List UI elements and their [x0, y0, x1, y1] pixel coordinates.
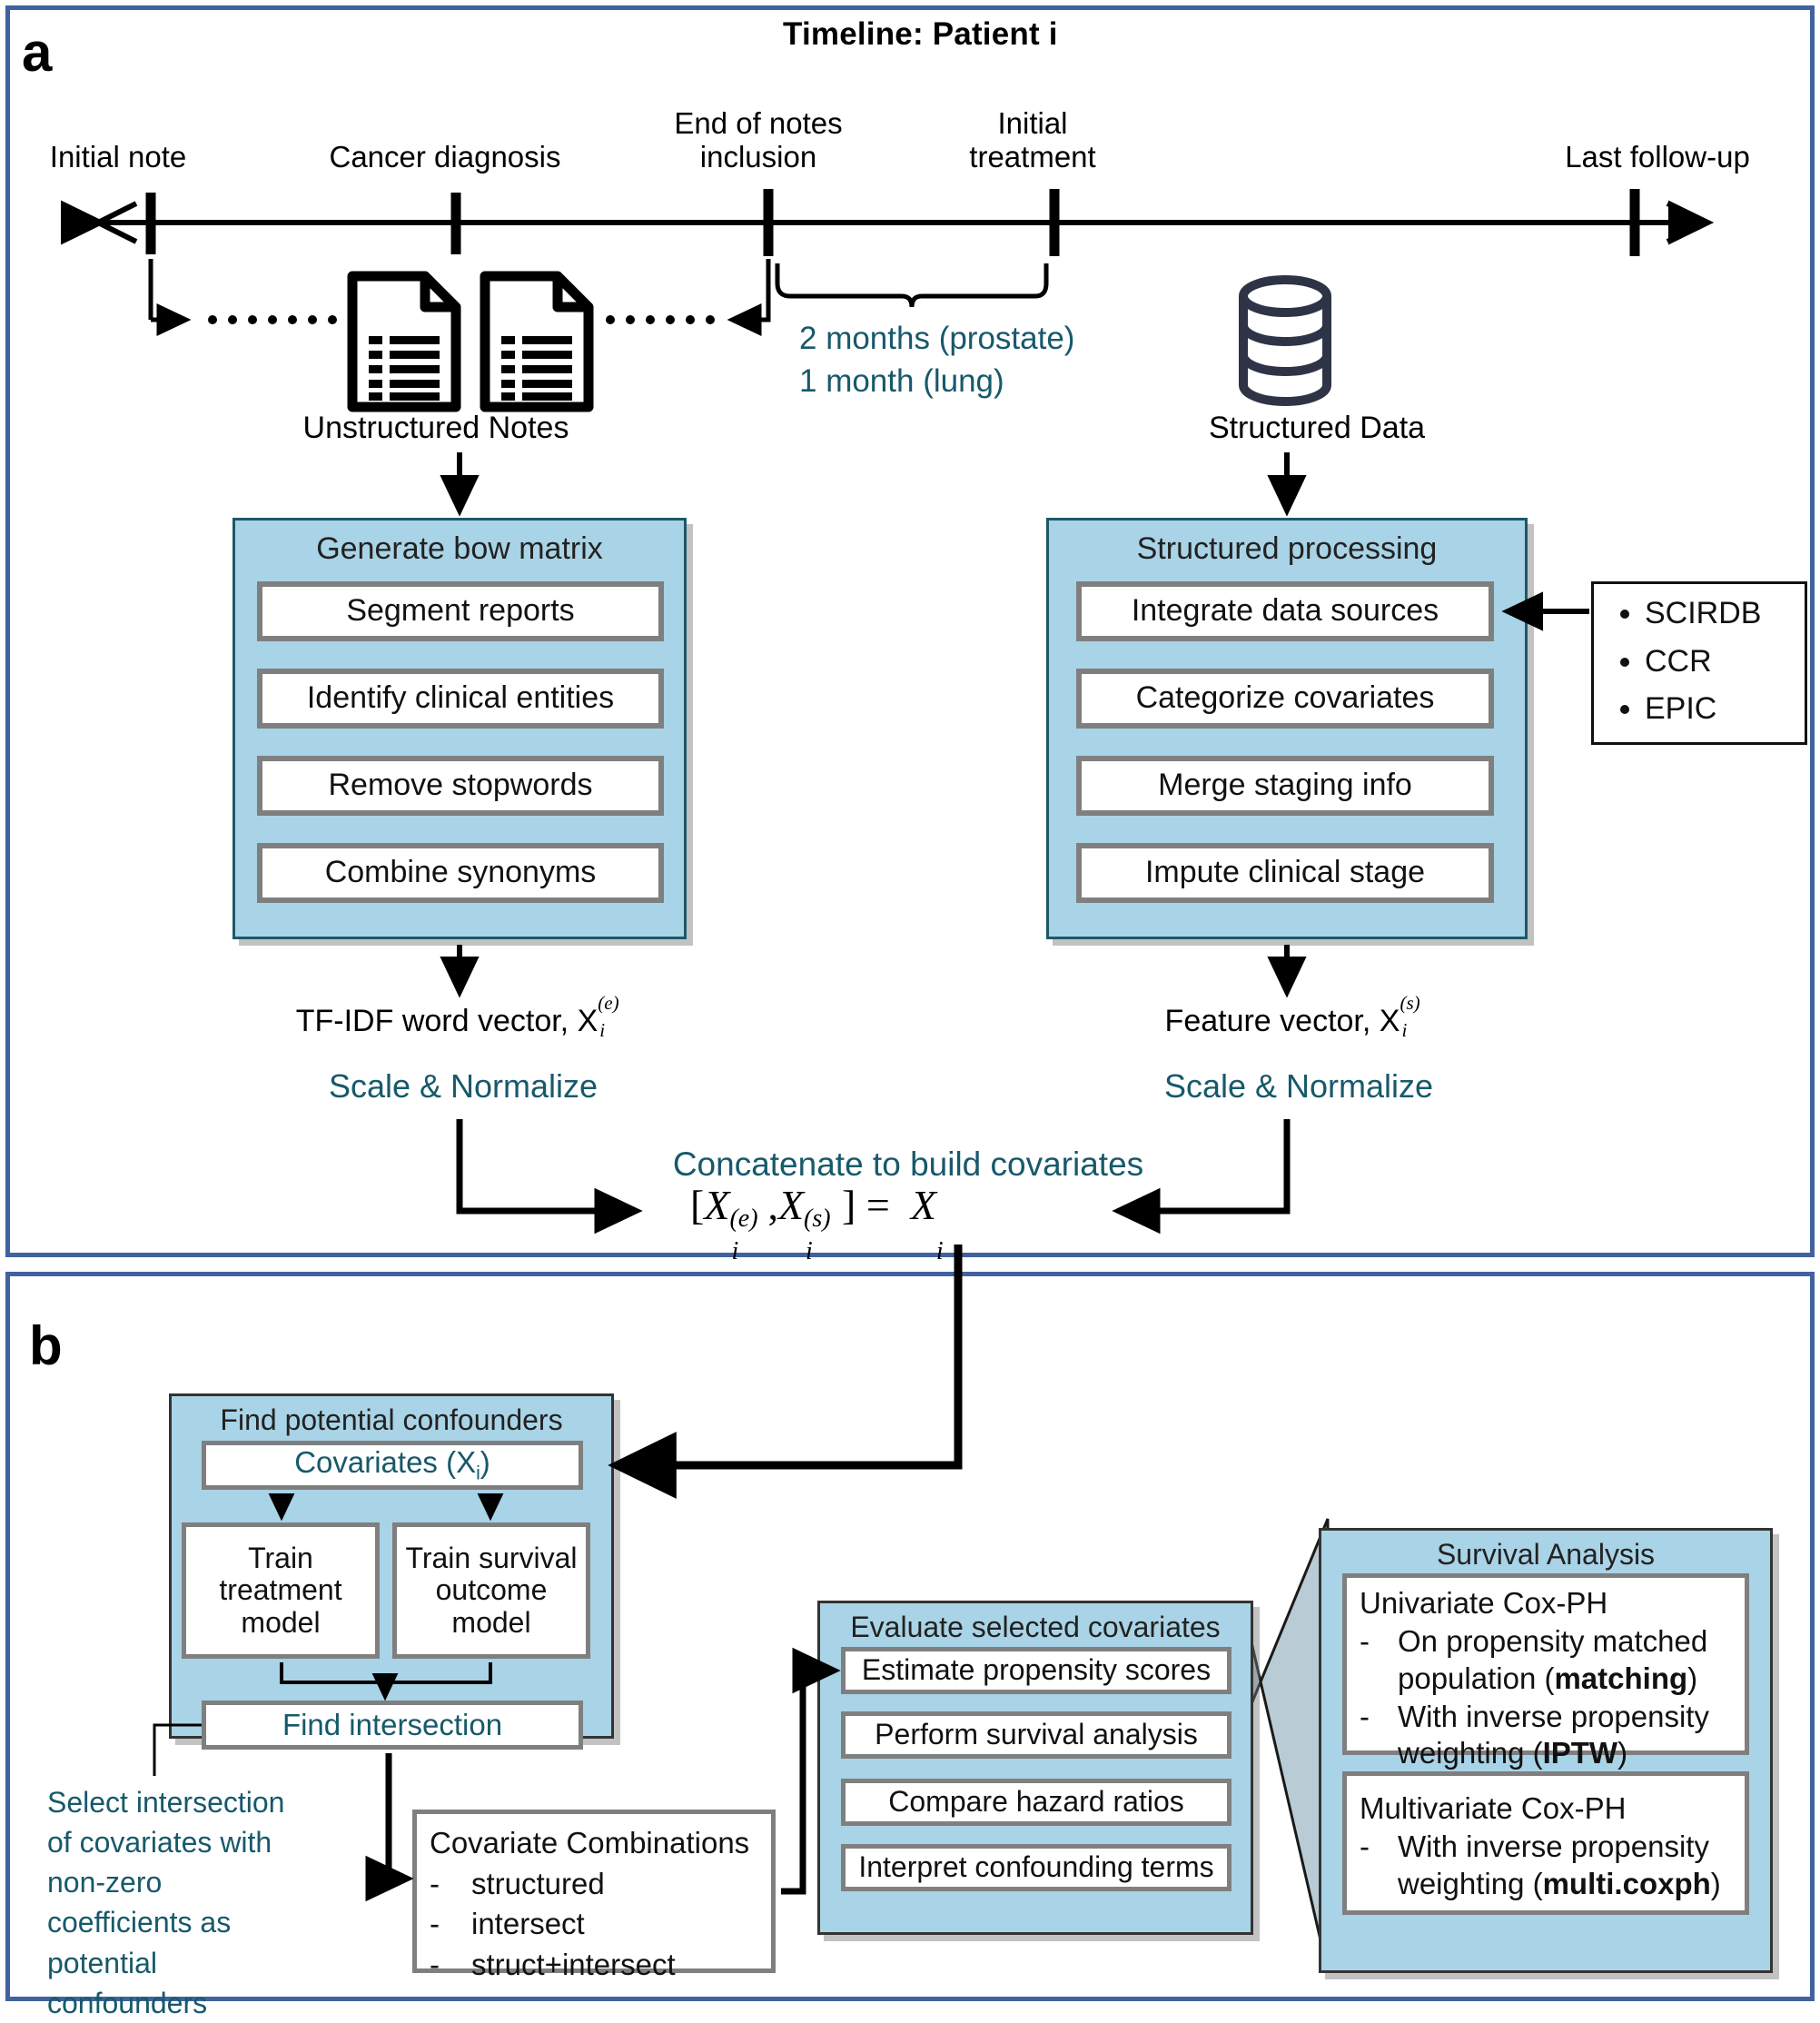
univariate-item-bold: matching: [1554, 1661, 1688, 1695]
generate-bow-matrix-title: Generate bow matrix: [316, 531, 603, 566]
bow-step-identify-clinical-entities[interactable]: Identify clinical entities: [257, 669, 664, 729]
univariate-coxph-box[interactable]: Univariate Cox-PH - On propensity matched…: [1342, 1573, 1749, 1770]
evaluate-step-interpret-confounding-terms[interactable]: Interpret confounding terms: [841, 1844, 1231, 1891]
panel-a-label: a: [22, 22, 53, 83]
find-intersection-box[interactable]: Find intersection: [202, 1701, 583, 1750]
data-sources-list: SCIRDB CCR EPIC: [1594, 590, 1761, 733]
bow-step-segment-reports[interactable]: Segment reports: [257, 581, 664, 641]
feature-vector-label: Feature vector, X (s) i: [1164, 992, 1420, 1041]
covariate-combinations-title: Covariate Combinations: [430, 1826, 750, 1859]
covariate-combination-item: structured: [471, 1866, 605, 1900]
multivariate-coxph-box[interactable]: Multivariate Cox-PH - With inverse propen…: [1342, 1771, 1749, 1915]
timeline-tick-label-end-of-notes: End of notes inclusion: [674, 106, 843, 174]
covariate-combination-item: intersect: [471, 1907, 585, 1941]
structured-step-merge-staging-info[interactable]: Merge staging info: [1076, 756, 1494, 816]
bow-step-combine-synonyms[interactable]: Combine synonyms: [257, 843, 664, 903]
data-sources-box: SCIRDB CCR EPIC: [1591, 581, 1807, 745]
intersection-annotation: Select intersection of covariates with n…: [47, 1786, 285, 2019]
covariate-combinations-list: Covariate Combinations - structured - inte…: [430, 1823, 767, 1985]
find-potential-confounders-title: Find potential confounders: [220, 1403, 563, 1436]
evaluate-step-perform-survival-analysis[interactable]: Perform survival analysis: [841, 1711, 1231, 1759]
timeline-tick-label-last-followup: Last follow-up: [1565, 140, 1750, 174]
timeline-tick-label-initial-treatment: Initial treatment: [969, 106, 1096, 174]
timeline-tick-label-cancer-diagnosis: Cancer diagnosis: [329, 140, 561, 174]
evaluate-step-estimate-propensity-scores[interactable]: Estimate propensity scores: [841, 1647, 1231, 1694]
data-source-item: SCIRDB: [1645, 590, 1761, 638]
covariate-combination-item: struct+intersect: [471, 1947, 676, 1981]
univariate-heading: Univariate Cox-PH: [1360, 1586, 1608, 1620]
structured-step-categorize-covariates[interactable]: Categorize covariates: [1076, 669, 1494, 729]
train-survival-outcome-model-box[interactable]: Train survival outcome model: [392, 1522, 590, 1659]
structured-processing-title: Structured processing: [1136, 531, 1438, 566]
scale-normalize-left: Scale & Normalize: [328, 1067, 598, 1105]
multivariate-heading: Multivariate Cox-PH: [1360, 1791, 1627, 1825]
bow-step-remove-stopwords[interactable]: Remove stopwords: [257, 756, 664, 816]
univariate-item-tail: ): [1687, 1661, 1698, 1695]
data-source-item: CCR: [1645, 638, 1761, 686]
database-icon: [1239, 275, 1331, 406]
evaluate-step-compare-hazard-ratios[interactable]: Compare hazard ratios: [841, 1779, 1231, 1826]
univariate-item-tail: ): [1617, 1736, 1628, 1770]
data-source-item: EPIC: [1645, 685, 1761, 733]
panel-b-label: b: [29, 1315, 63, 1376]
bracket-duration-note: 2 months (prostate) 1 month (lung): [799, 321, 1075, 399]
timeline-tick-label-initial-note: Initial note: [49, 140, 187, 174]
document-icon: [347, 271, 461, 412]
document-icon: [480, 271, 594, 412]
evaluate-selected-covariates-title: Evaluate selected covariates: [850, 1611, 1221, 1643]
multivariate-coxph-list: Multivariate Cox-PH - With inverse propen…: [1360, 1790, 1745, 1902]
univariate-item-bold: IPTW: [1542, 1736, 1618, 1770]
structured-step-impute-clinical-stage[interactable]: Impute clinical stage: [1076, 843, 1494, 903]
concat-formula: [X (e) i ,X (s) i] = X i: [690, 1182, 944, 1265]
multivariate-item-bold: multi.coxph: [1542, 1866, 1711, 1900]
survival-analysis-title: Survival Analysis: [1436, 1538, 1656, 1571]
covariates-box[interactable]: Covariates (Xi): [202, 1441, 583, 1490]
train-treatment-model-box[interactable]: Train treatment model: [182, 1522, 380, 1659]
scale-normalize-right: Scale & Normalize: [1163, 1067, 1434, 1105]
tfidf-word-vector-label: TF-IDF word vector, X (e) i: [295, 992, 619, 1041]
unstructured-notes-caption: Unstructured Notes: [302, 411, 569, 445]
univariate-coxph-list: Univariate Cox-PH - On propensity matched…: [1360, 1585, 1745, 1771]
covariate-combinations-box: Covariate Combinations - structured - inte…: [412, 1810, 776, 1981]
timeline-title: Timeline: Patient i: [783, 16, 1058, 52]
structured-data-caption: Structured Data: [1208, 411, 1426, 445]
structured-step-integrate-data-sources[interactable]: Integrate data sources: [1076, 581, 1494, 641]
multivariate-item-tail: ): [1710, 1866, 1721, 1900]
